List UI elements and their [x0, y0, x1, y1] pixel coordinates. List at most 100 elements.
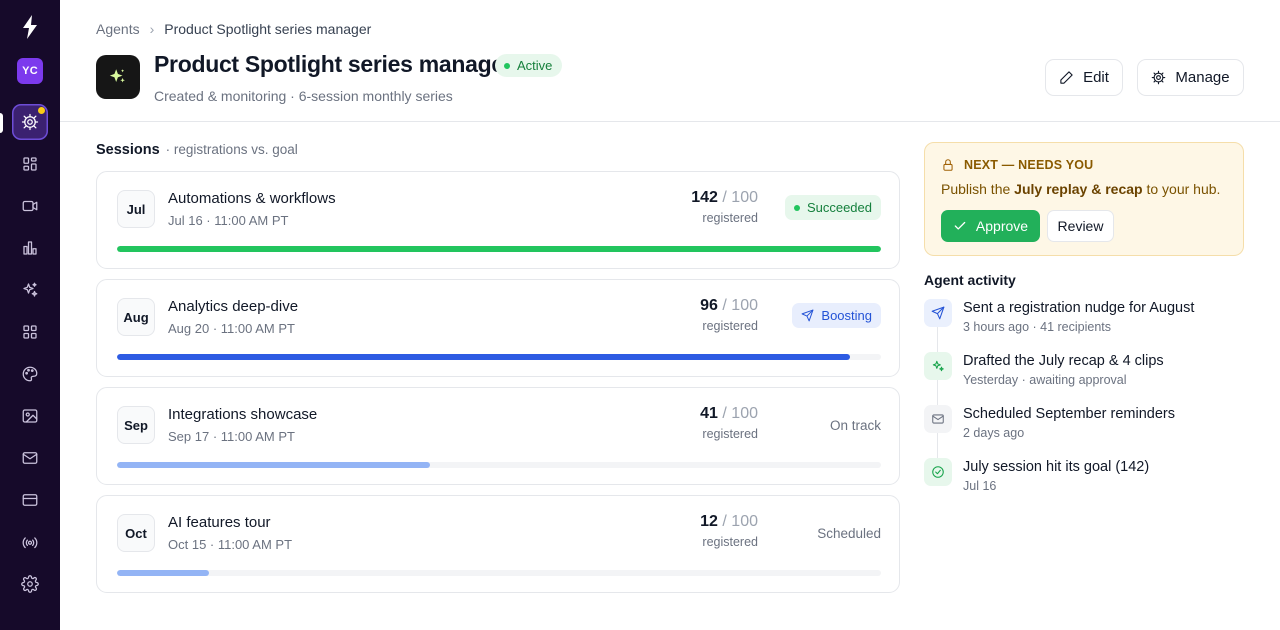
- session-date: Jul 16 · 11:00 AM PT: [168, 213, 289, 228]
- settings-icon: [21, 575, 39, 593]
- sidebar-item-apps[interactable]: [12, 314, 48, 350]
- sidebar-item-settings[interactable]: [12, 566, 48, 602]
- progress-fill: [117, 462, 431, 468]
- registered-count: 41: [700, 405, 718, 422]
- session-name: Integrations showcase: [168, 406, 318, 423]
- sparkles-icon: [23, 282, 38, 297]
- session-month: Oct: [117, 514, 155, 552]
- lock-icon: [943, 159, 953, 171]
- sidebar-item-ai[interactable]: [12, 272, 48, 308]
- progress-fill: [117, 354, 851, 360]
- sessions-heading: Sessions · registrations vs. goal: [96, 142, 298, 158]
- activity-title: Drafted the July recap & 4 clips: [963, 353, 1164, 369]
- session-month: Sep: [117, 406, 155, 444]
- registered-count: 142: [691, 189, 718, 206]
- review-button[interactable]: Review: [1047, 210, 1114, 242]
- sidebar-item-email[interactable]: [12, 440, 48, 476]
- apps-icon: [23, 325, 37, 339]
- session-month: Aug: [117, 298, 155, 336]
- next-text-highlight: July replay & recap: [1014, 181, 1143, 197]
- sessions-title: Sessions: [96, 142, 160, 158]
- sidebar-item-media[interactable]: [12, 398, 48, 434]
- status-badge: Active: [495, 54, 563, 77]
- settings-icon: [1152, 70, 1166, 85]
- activity-heading: Agent activity: [924, 272, 1016, 288]
- approve-button[interactable]: Approve: [941, 210, 1040, 242]
- image-icon: [22, 409, 38, 423]
- activity-icon: [924, 299, 952, 327]
- gear-sparkle-icon: [21, 113, 39, 131]
- chevron-right-icon: ›: [149, 21, 155, 37]
- status-dot: [504, 62, 510, 69]
- session-status-label: Scheduled: [817, 526, 881, 541]
- sidebar-item-dashboard[interactable]: [12, 146, 48, 182]
- next-action-panel: NEXT — NEEDS YOU Publish the July replay…: [924, 142, 1244, 256]
- sidebar-item-billing[interactable]: [12, 482, 48, 518]
- status-label: Active: [517, 58, 553, 73]
- status-dot: [793, 204, 800, 211]
- breadcrumb: Agents › Product Spotlight series manage…: [96, 21, 371, 37]
- active-indicator: [0, 113, 3, 133]
- check-icon: [954, 221, 966, 230]
- registered-count: 96: [700, 297, 718, 314]
- activity-title: July session hit its goal (142): [963, 459, 1150, 475]
- sparkles-icon: [932, 360, 944, 372]
- logo-icon[interactable]: [19, 14, 41, 40]
- session-name: Analytics deep-dive: [168, 298, 299, 315]
- progress-track: [117, 354, 881, 360]
- progress-fill: [117, 570, 209, 576]
- edit-button-label: Edit: [1083, 69, 1109, 86]
- session-card-aug[interactable]: Aug Analytics deep-dive Aug 20 · 11:00 A…: [96, 279, 900, 377]
- send-icon: [802, 309, 814, 322]
- registered-label: registered: [702, 319, 758, 333]
- session-date: Oct 15 · 11:00 AM PT: [168, 537, 293, 552]
- timeline-line: [937, 313, 938, 473]
- breadcrumb-agents-link[interactable]: Agents: [96, 21, 140, 37]
- check-circle-icon: [932, 466, 944, 478]
- session-card-sep[interactable]: Sep Integrations showcase Sep 17 · 11:00…: [96, 387, 900, 485]
- session-card-oct[interactable]: Oct AI features tour Oct 15 · 11:00 AM P…: [96, 495, 900, 593]
- next-action-title: NEXT — NEEDS YOU: [964, 158, 1094, 172]
- edit-button[interactable]: Edit: [1045, 59, 1123, 96]
- header-divider: [60, 121, 1280, 122]
- registration-goal: / 100: [722, 297, 758, 314]
- session-status-label: Succeeded: [806, 200, 872, 215]
- pencil-icon: [1060, 71, 1073, 84]
- sidebar-item-agents[interactable]: [12, 104, 48, 140]
- manage-button[interactable]: Manage: [1137, 59, 1244, 96]
- registered-count: 12: [700, 513, 718, 530]
- next-text-before: Publish the: [941, 181, 1015, 197]
- agent-avatar: [96, 55, 140, 99]
- registration-goal: / 100: [722, 513, 758, 530]
- session-card-jul[interactable]: Jul Automations & workflows Jul 16 · 11:…: [96, 171, 900, 269]
- mail-icon: [932, 414, 944, 424]
- sidebar-item-branding[interactable]: [12, 356, 48, 392]
- session-name: Automations & workflows: [168, 190, 336, 207]
- progress-track: [117, 462, 881, 468]
- broadcast-icon: [22, 537, 38, 549]
- next-action-heading: NEXT — NEEDS YOU: [941, 158, 1093, 172]
- session-registrations: 41 / 100 registered: [700, 405, 758, 441]
- progress-track: [117, 246, 881, 252]
- page-title: Product Spotlight series manager: [154, 51, 513, 77]
- activity-icon: [924, 458, 952, 486]
- activity-meta: Yesterday · awaiting approval: [963, 373, 1127, 387]
- sidebar-item-video[interactable]: [12, 188, 48, 224]
- session-registrations: 96 / 100 registered: [700, 297, 758, 333]
- avatar[interactable]: YC: [17, 58, 43, 84]
- sidebar-item-broadcast[interactable]: [12, 524, 48, 560]
- page-subtitle: Created & monitoring · 6-session monthly…: [154, 88, 453, 104]
- registered-label: registered: [702, 427, 758, 441]
- sidebar-item-analytics[interactable]: [12, 230, 48, 266]
- session-registrations: 12 / 100 registered: [700, 513, 758, 549]
- session-month: Jul: [117, 190, 155, 228]
- session-registrations: 142 / 100 registered: [691, 189, 758, 225]
- registered-label: registered: [702, 535, 758, 549]
- next-action-text: Publish the July replay & recap to your …: [941, 181, 1220, 197]
- video-icon: [22, 200, 38, 212]
- activity-title: Scheduled September reminders: [963, 406, 1175, 422]
- session-name: AI features tour: [168, 514, 271, 531]
- registration-goal: / 100: [722, 405, 758, 422]
- sessions-subtitle: · registrations vs. goal: [165, 142, 298, 157]
- registration-goal: / 100: [722, 189, 758, 206]
